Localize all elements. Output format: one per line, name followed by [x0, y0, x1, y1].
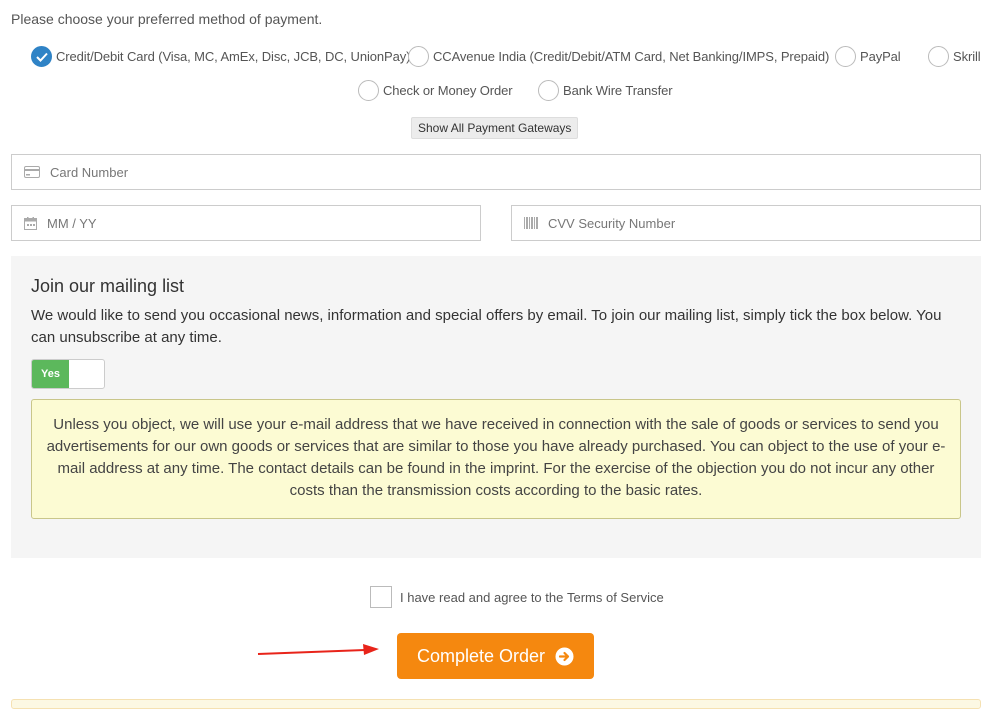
payment-option-check[interactable]: Check or Money Order	[358, 80, 513, 101]
email-notice: Unless you object, we will use your e-ma…	[31, 399, 961, 519]
payment-option-label: Credit/Debit Card (Visa, MC, AmEx, Disc,…	[56, 49, 411, 64]
complete-order-label: Complete Order	[416, 645, 546, 666]
payment-option-label: Check or Money Order	[383, 83, 513, 98]
payment-option-label: Skrill	[953, 49, 981, 64]
expiry-field[interactable]: MM / YY	[11, 205, 481, 241]
mailing-list-title: Join our mailing list	[31, 276, 185, 296]
radio-button[interactable]	[538, 80, 559, 101]
barcode-icon	[524, 217, 538, 229]
payment-intro: Please choose your preferred method of p…	[11, 11, 323, 27]
radio-button[interactable]	[358, 80, 379, 101]
terms-agreement: I have read and agree to the Terms of Se…	[370, 586, 664, 608]
payment-option-label: Bank Wire Transfer	[563, 83, 673, 98]
payment-option-credit-card[interactable]: Credit/Debit Card (Visa, MC, AmEx, Disc,…	[31, 46, 410, 67]
payment-option-label: CCAvenue India (Credit/Debit/ATM Card, N…	[433, 49, 830, 64]
complete-order-button[interactable]: Complete Order	[397, 633, 594, 679]
payment-option-skrill[interactable]: Skrill	[928, 46, 981, 67]
terms-prefix: I have read and agree to the	[400, 589, 567, 605]
terms-link[interactable]: Terms of Service	[567, 590, 664, 605]
annotation-arrow	[257, 644, 379, 655]
mailing-list-toggle[interactable]: Yes	[31, 359, 105, 389]
card-number-placeholder: Card Number	[50, 164, 129, 180]
radio-button[interactable]	[928, 46, 949, 67]
card-number-field[interactable]: Card Number	[11, 154, 981, 190]
payment-option-bank-wire[interactable]: Bank Wire Transfer	[538, 80, 673, 101]
radio-button[interactable]	[835, 46, 856, 67]
terms-checkbox[interactable]	[370, 586, 392, 608]
payment-option-paypal[interactable]: PayPal	[835, 46, 901, 67]
cvv-placeholder: CVV Security Number	[548, 215, 676, 231]
alert-strip	[11, 699, 981, 709]
payment-option-label: PayPal	[860, 49, 901, 64]
show-all-gateways-button[interactable]: Show All Payment Gateways	[411, 117, 579, 139]
cvv-field[interactable]: CVV Security Number	[511, 205, 981, 241]
check-icon[interactable]	[31, 46, 52, 67]
expiry-placeholder: MM / YY	[47, 215, 97, 231]
mailing-list-panel: Join our mailing list We would like to s…	[11, 256, 981, 558]
toggle-yes-label: Yes	[32, 360, 69, 388]
radio-button[interactable]	[408, 46, 429, 67]
credit-card-icon	[24, 166, 40, 178]
payment-option-ccavenue[interactable]: CCAvenue India (Credit/Debit/ATM Card, N…	[408, 46, 829, 67]
arrow-circle-right-icon	[555, 647, 574, 665]
mailing-list-description: We would like to send you occasional new…	[31, 307, 942, 346]
calendar-icon	[24, 216, 37, 230]
